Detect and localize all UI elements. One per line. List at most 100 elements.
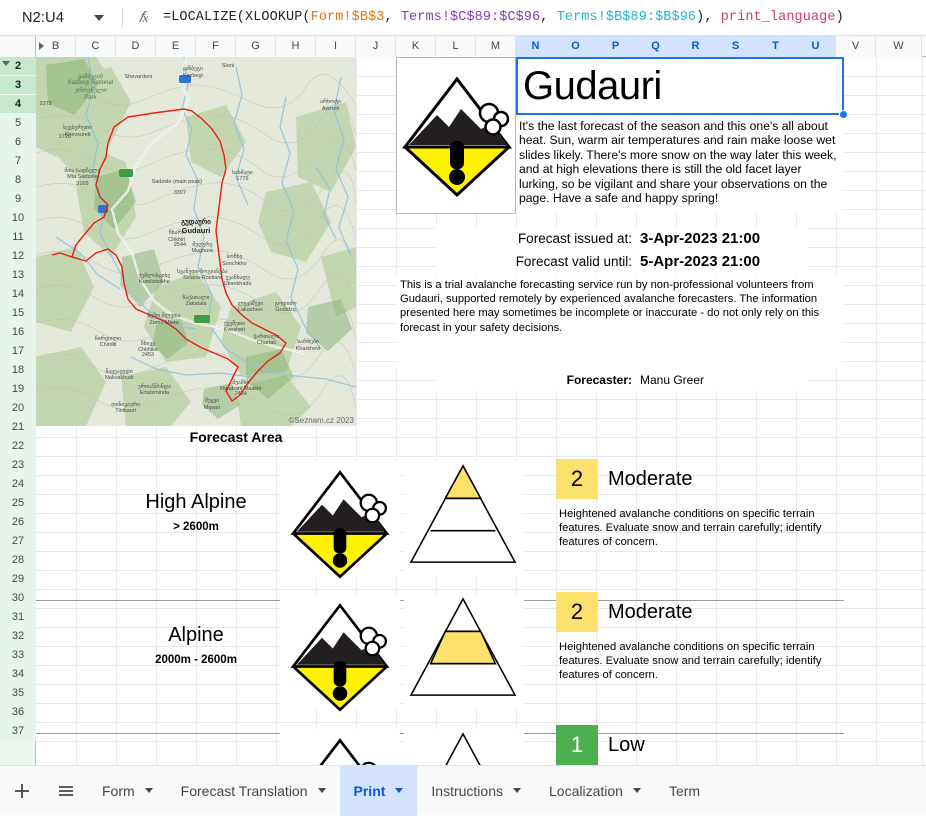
chevron-down-icon[interactable] xyxy=(395,788,404,793)
row-header-8[interactable]: 8 xyxy=(0,171,36,190)
column-header-e[interactable]: E xyxy=(156,36,196,57)
column-header-w[interactable]: W xyxy=(876,36,922,57)
row-header-label: 34 xyxy=(11,668,25,680)
chevron-down-icon[interactable] xyxy=(144,788,153,793)
row-header-5[interactable]: 5 xyxy=(0,114,36,133)
column-header-label: J xyxy=(372,40,379,52)
column-header-v[interactable]: V xyxy=(836,36,876,57)
row-header-15[interactable]: 15 xyxy=(0,304,36,323)
band-1-description: Heightened avalanche conditions on speci… xyxy=(559,641,822,681)
column-header-u[interactable]: U xyxy=(796,36,836,57)
row-header-13[interactable]: 13 xyxy=(0,266,36,285)
row-header-22[interactable]: 22 xyxy=(0,437,36,456)
row-header-28[interactable]: 28 xyxy=(0,551,36,570)
row-header-35[interactable]: 35 xyxy=(0,684,36,703)
row-header-4[interactable]: 4 xyxy=(0,95,36,114)
add-sheet-button[interactable] xyxy=(0,766,44,816)
map-label-en: 1776 xyxy=(236,175,249,182)
row-header-label: 20 xyxy=(11,402,25,414)
row-header-12[interactable]: 12 xyxy=(0,247,36,266)
collapsed-columns-arrow[interactable] xyxy=(39,42,44,50)
row-header-33[interactable]: 33 xyxy=(0,646,36,665)
chevron-down-icon[interactable] xyxy=(317,788,326,793)
function-icon[interactable]: 𝑓x xyxy=(123,9,163,27)
sheet-tab-term[interactable]: Term xyxy=(655,766,714,816)
column-header-t[interactable]: T xyxy=(756,36,796,57)
forecast-area-map[interactable]: ყაზბეგის Kazbegi National ეროვნული Park Sion… xyxy=(36,57,356,426)
row-header-26[interactable]: 26 xyxy=(0,513,36,532)
row-header-34[interactable]: 34 xyxy=(0,665,36,684)
row-header-9[interactable]: 9 xyxy=(0,190,36,209)
row-header-36[interactable]: 36 xyxy=(0,703,36,722)
column-header-label: H xyxy=(291,40,300,52)
column-header-h[interactable]: H xyxy=(276,36,316,57)
row-header-6[interactable]: 6 xyxy=(0,133,36,152)
row-header-31[interactable]: 31 xyxy=(0,608,36,627)
column-header-b[interactable]: B xyxy=(36,36,76,57)
column-header-m[interactable]: M xyxy=(476,36,516,57)
map-label: 3165 xyxy=(76,181,88,187)
map-label-ka: ეროვნული xyxy=(74,88,107,95)
sheet-tab-forecast-translation[interactable]: Forecast Translation xyxy=(167,766,340,816)
sheet-tab-print[interactable]: Print xyxy=(339,765,418,816)
row-header-29[interactable]: 29 xyxy=(0,570,36,589)
map-label-en: Chirdili xyxy=(99,341,117,348)
column-header-k[interactable]: K xyxy=(396,36,436,57)
collapsed-rows-arrow[interactable] xyxy=(2,61,10,66)
row-header-32[interactable]: 32 xyxy=(0,627,36,646)
selection-handle[interactable] xyxy=(839,110,848,119)
map-label-en: Kvesheti xyxy=(223,327,245,334)
sheet-tab-localization[interactable]: Localization xyxy=(535,766,655,816)
all-sheets-button[interactable] xyxy=(44,766,88,816)
row-header-21[interactable]: 21 xyxy=(0,418,36,437)
column-header-label: G xyxy=(251,40,260,52)
row-header-16[interactable]: 16 xyxy=(0,323,36,342)
sheet-tab-label: Forecast Translation xyxy=(180,782,308,799)
column-header-s[interactable]: S xyxy=(716,36,756,57)
row-header-3[interactable]: 3 xyxy=(0,76,36,95)
map-place-gudauri: გუდაური Gudauri xyxy=(181,219,211,236)
column-header-o[interactable]: O xyxy=(556,36,596,57)
column-header-r[interactable]: R xyxy=(676,36,716,57)
row-header-18[interactable]: 18 xyxy=(0,361,36,380)
column-header-d[interactable]: D xyxy=(116,36,156,57)
column-header-f[interactable]: F xyxy=(196,36,236,57)
row-header-20[interactable]: 20 xyxy=(0,399,36,418)
column-header-i[interactable]: I xyxy=(316,36,356,57)
row-header-11[interactable]: 11 xyxy=(0,228,36,247)
danger-pyramid-icon xyxy=(409,597,517,696)
cell-area[interactable]: ყაზბეგის Kazbegi National ეროვნული Park Sion… xyxy=(36,57,926,765)
column-header-j[interactable]: J xyxy=(356,36,396,57)
chevron-down-icon[interactable] xyxy=(632,788,641,793)
sheet-tab-instructions[interactable]: Instructions xyxy=(417,766,535,816)
row-header-2[interactable]: 2 xyxy=(0,57,36,76)
formula-input[interactable]: =LOCALIZE(XLOOKUP(Form!$B$3, Terms!$C$89… xyxy=(163,10,844,25)
column-header-label: B xyxy=(51,40,60,52)
row-header-24[interactable]: 24 xyxy=(0,475,36,494)
map-label: ხახმატი 1776 xyxy=(232,170,253,183)
sheet-tab-form[interactable]: Form xyxy=(88,766,167,816)
row-header-label: 18 xyxy=(11,364,25,376)
column-header-l[interactable]: L xyxy=(436,36,476,57)
row-header-7[interactable]: 7 xyxy=(0,152,36,171)
column-header-c[interactable]: C xyxy=(76,36,116,57)
map-label: მუყვი Mqvari xyxy=(204,398,221,411)
row-header-10[interactable]: 10 xyxy=(0,209,36,228)
row-header-25[interactable]: 25 xyxy=(0,494,36,513)
select-all-corner[interactable] xyxy=(0,36,36,57)
row-header-17[interactable]: 17 xyxy=(0,342,36,361)
chevron-down-icon[interactable] xyxy=(94,14,104,21)
column-header-g[interactable]: G xyxy=(236,36,276,57)
row-header-14[interactable]: 14 xyxy=(0,285,36,304)
row-header-37[interactable]: 37 xyxy=(0,722,36,741)
name-box[interactable]: N2:U4 xyxy=(0,0,122,36)
chevron-down-icon[interactable] xyxy=(513,788,521,793)
column-header-q[interactable]: Q xyxy=(636,36,676,57)
row-header-27[interactable]: 27 xyxy=(0,532,36,551)
column-header-p[interactable]: P xyxy=(596,36,636,57)
row-header-23[interactable]: 23 xyxy=(0,456,36,475)
row-header-30[interactable]: 30 xyxy=(0,589,36,608)
row-header-19[interactable]: 19 xyxy=(0,380,36,399)
column-header-n[interactable]: N xyxy=(516,36,556,57)
forecast-title-cell[interactable]: Gudauri xyxy=(516,57,844,115)
